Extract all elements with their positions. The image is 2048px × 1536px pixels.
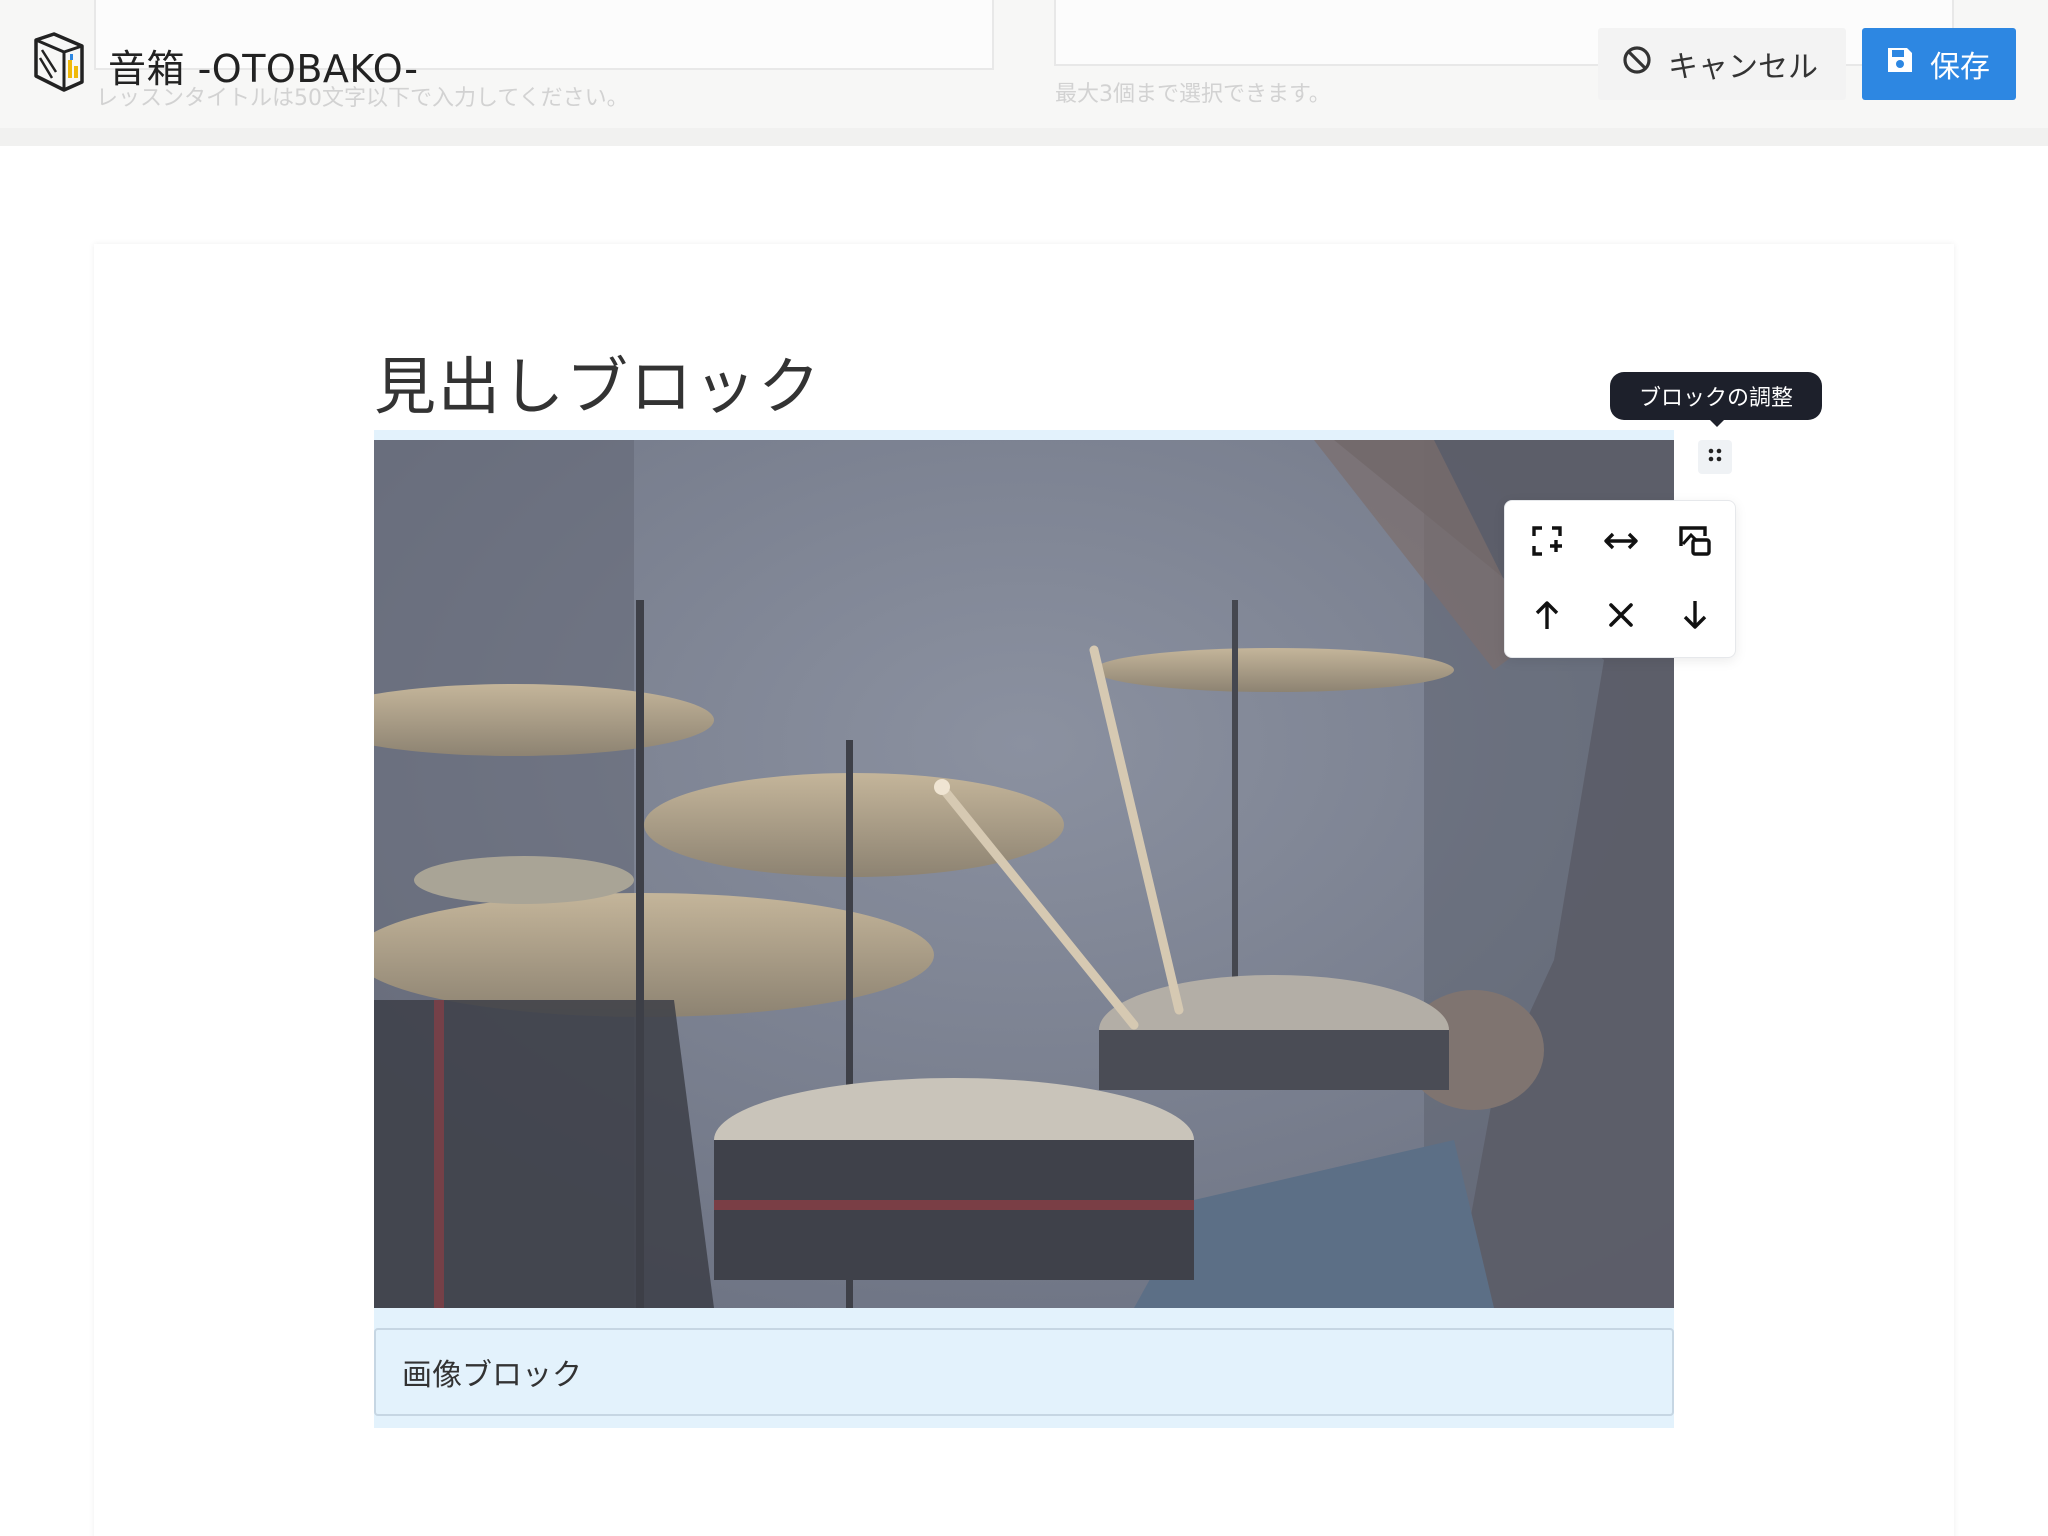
ban-icon <box>1622 45 1652 83</box>
block-tune-menu <box>1504 500 1736 658</box>
cancel-button[interactable]: キャンセル <box>1598 28 1846 100</box>
tooltip-arrow <box>1708 418 1726 427</box>
image-caption-input[interactable]: 画像ブロック <box>374 1328 1674 1416</box>
app-title: 音箱 -OTOBAKO- <box>108 47 419 91</box>
add-block-button[interactable] <box>1519 515 1575 571</box>
block-settings-button[interactable] <box>1698 440 1732 474</box>
move-up-icon <box>1531 598 1563 636</box>
image-background-button[interactable] <box>1667 515 1723 571</box>
otobako-logo-icon <box>30 32 92 94</box>
move-down-icon <box>1679 598 1711 636</box>
add-block-icon <box>1530 524 1564 562</box>
stretch-width-button[interactable] <box>1593 515 1649 571</box>
delete-icon <box>1606 600 1636 634</box>
header-divider <box>0 128 2048 146</box>
floppy-disk-icon <box>1886 46 1914 82</box>
tooltip-text: ブロックの調整 <box>1638 386 1793 411</box>
delete-block-button[interactable] <box>1593 589 1649 645</box>
save-button-label: 保存 <box>1930 50 1990 85</box>
stretch-width-icon <box>1603 524 1639 562</box>
image-background-icon <box>1677 524 1713 562</box>
save-button[interactable]: 保存 <box>1862 28 2016 100</box>
move-up-button[interactable] <box>1519 589 1575 645</box>
cancel-button-label: キャンセル <box>1668 50 1818 85</box>
heading-block[interactable]: 見出しブロック <box>374 336 822 426</box>
tags-help: 最大3個まで選択できます。 <box>1055 82 1331 107</box>
block-tune-tooltip: ブロックの調整 <box>1610 372 1822 420</box>
move-down-button[interactable] <box>1667 589 1723 645</box>
drum-kit-image <box>374 440 1674 1308</box>
image-caption-text: 画像ブロック <box>402 1358 582 1393</box>
drag-dots-icon <box>1707 447 1723 467</box>
